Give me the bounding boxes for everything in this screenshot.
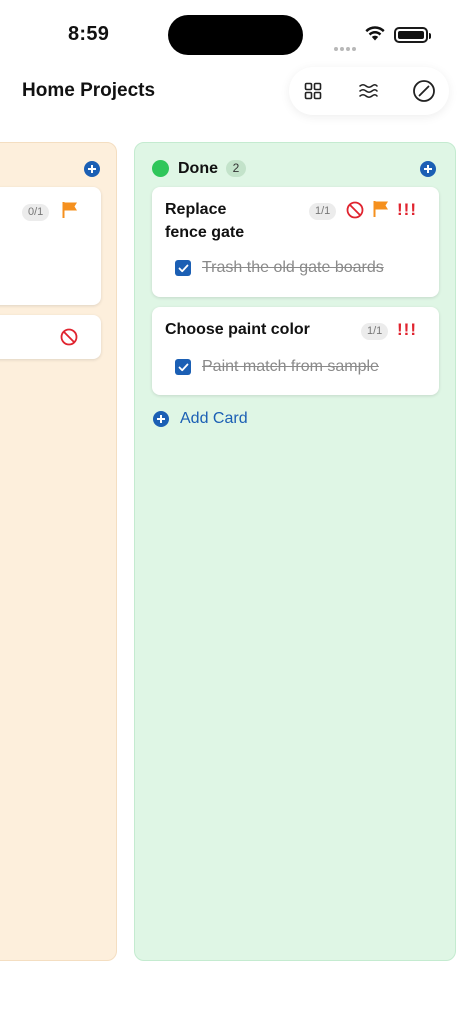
column-title: Done xyxy=(178,160,218,177)
edit-icon xyxy=(413,80,435,102)
checkmark-icon xyxy=(178,264,188,272)
card-title-line: Replace xyxy=(165,201,227,218)
blocked-icon xyxy=(60,328,78,346)
app-header: Home Projects xyxy=(0,62,471,122)
column-add-button[interactable] xyxy=(84,161,100,177)
card-title: Choose paint color xyxy=(165,321,310,338)
cellular-signal-icon xyxy=(334,38,358,56)
task-checkbox[interactable] xyxy=(175,260,191,276)
add-card-button[interactable]: Add Card xyxy=(153,409,248,429)
blocked-icon xyxy=(346,201,364,219)
flag-icon xyxy=(373,201,388,217)
plus-circle-icon xyxy=(153,411,169,427)
flag-icon xyxy=(62,202,77,218)
column-in-progress: 0/1 xyxy=(0,142,117,961)
status-dot xyxy=(152,160,169,177)
page-title: Home Projects xyxy=(22,80,156,101)
filter-button[interactable] xyxy=(354,77,382,105)
add-card-label: Add Card xyxy=(180,410,248,427)
progress-badge: 0/1 xyxy=(22,204,50,221)
dynamic-island xyxy=(168,15,303,55)
card[interactable] xyxy=(0,315,101,359)
priority-indicator: !!! xyxy=(397,320,417,339)
card[interactable]: Choose paint color 1/1 !!! Paint match f… xyxy=(152,307,439,395)
checkmark-icon xyxy=(178,363,188,371)
progress-badge: 1/1 xyxy=(361,323,389,340)
task-checkbox[interactable] xyxy=(175,359,191,375)
wifi-icon xyxy=(365,26,385,41)
edit-button[interactable] xyxy=(410,77,438,105)
column-done: Done 2 Replace fence gate 1/1 !!! Trash … xyxy=(134,142,456,961)
filter-waves-icon xyxy=(359,84,378,98)
battery-icon xyxy=(394,27,431,43)
card[interactable]: 0/1 xyxy=(0,187,101,305)
toolbar xyxy=(289,67,449,115)
task-label: Paint match from sample xyxy=(202,358,379,375)
card[interactable]: Replace fence gate 1/1 !!! Trash the old… xyxy=(152,187,439,297)
grid-view-button[interactable] xyxy=(299,77,327,105)
progress-badge: 1/1 xyxy=(309,203,337,220)
task-label: Trash the old gate boards xyxy=(202,259,384,276)
priority-indicator: !!! xyxy=(397,200,417,219)
status-bar: 8:59 xyxy=(0,0,471,60)
column-add-button[interactable] xyxy=(420,161,436,177)
card-count-badge: 2 xyxy=(226,160,246,177)
card-title-line: fence gate xyxy=(165,224,245,241)
status-time: 8:59 xyxy=(68,23,110,45)
card-title: Replace fence gate xyxy=(165,198,244,244)
grid-icon xyxy=(304,82,322,100)
